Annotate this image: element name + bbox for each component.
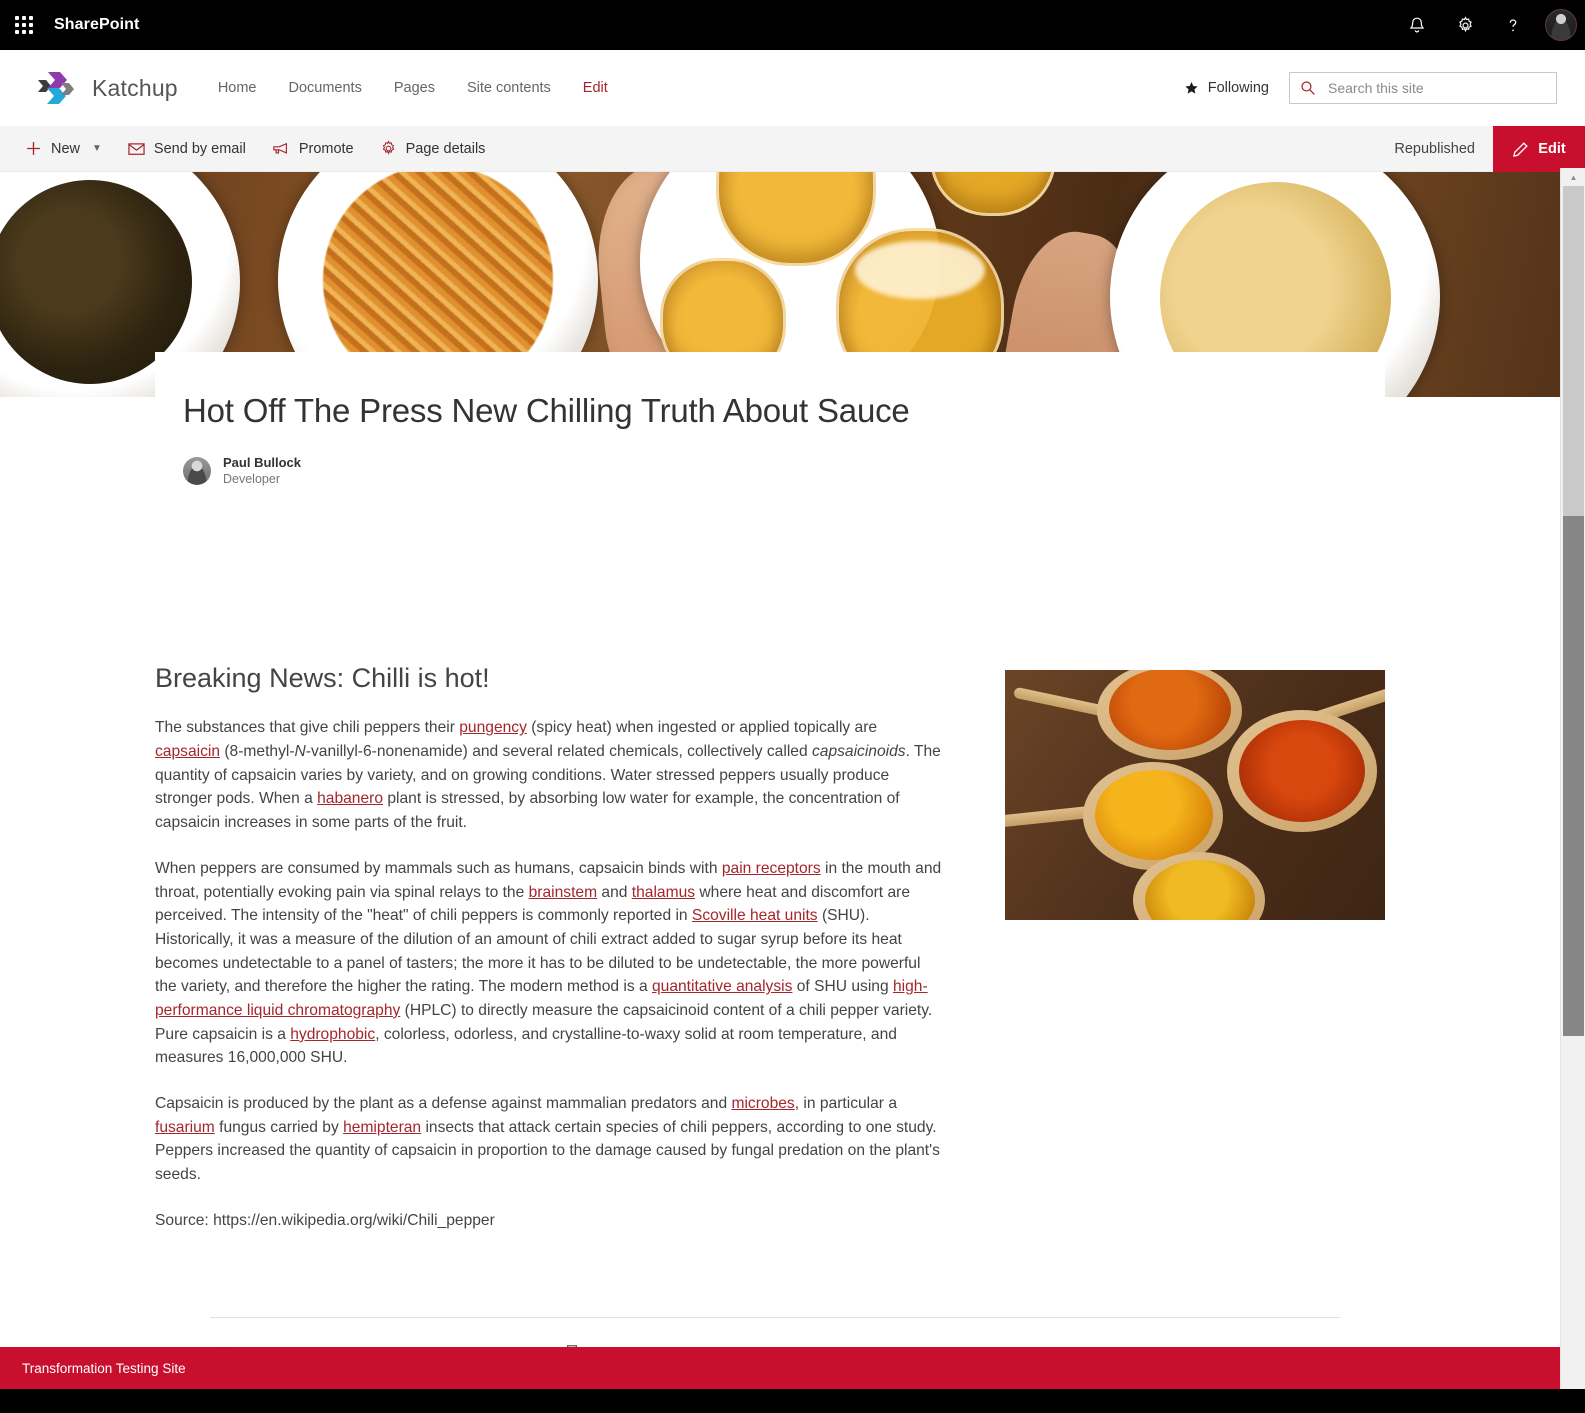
link-capsaicin[interactable]: capsaicin <box>155 743 220 760</box>
search-box[interactable] <box>1289 72 1557 104</box>
article-paragraph-1: The substances that give chili peppers t… <box>155 716 945 834</box>
link-pungency[interactable]: pungency <box>459 719 527 736</box>
app-launcher-button[interactable] <box>0 0 48 50</box>
site-navigation: Home Documents Pages Site contents Edit <box>218 80 608 96</box>
site-logo[interactable] <box>34 66 78 110</box>
p3-text-2: , in particular a <box>794 1095 897 1113</box>
nav-item-site-contents[interactable]: Site contents <box>467 80 551 96</box>
new-label: New <box>51 140 81 157</box>
link-hemipteran[interactable]: hemipteran <box>343 1119 421 1136</box>
send-by-email-button[interactable]: Send by email <box>115 126 259 172</box>
scrollbar-thumb[interactable] <box>1563 516 1584 1036</box>
pencil-icon <box>1513 141 1529 157</box>
plus-icon <box>27 142 40 155</box>
content-divider <box>210 1317 1340 1318</box>
article-source: Source: https://en.wikipedia.org/wiki/Ch… <box>155 1211 495 1229</box>
article-paragraph-2: When peppers are consumed by mammals suc… <box>155 857 945 1070</box>
page-canvas: Hot Off The Press New Chilling Truth Abo… <box>0 172 1560 1413</box>
link-pain-receptors[interactable]: pain receptors <box>722 860 821 877</box>
nav-item-pages[interactable]: Pages <box>394 80 435 96</box>
article-image <box>1005 670 1385 920</box>
page-details-button[interactable]: Page details <box>367 126 499 172</box>
promote-button[interactable]: Promote <box>259 126 367 172</box>
author-name: Paul Bullock <box>223 454 302 470</box>
article-text-column: Breaking News: Chilli is hot! The substa… <box>155 662 945 1232</box>
chevron-down-icon: ▼ <box>92 143 102 154</box>
nav-item-home[interactable]: Home <box>218 80 257 96</box>
settings-gear-icon[interactable] <box>1441 0 1489 50</box>
site-footer: Transformation Testing Site <box>0 1347 1560 1389</box>
p3-text-3: fungus carried by <box>214 1118 344 1136</box>
p1-text-2: (spicy heat) when ingested or applied to… <box>526 719 878 737</box>
following-button[interactable]: Following <box>1184 80 1269 96</box>
suite-bar-actions <box>1393 0 1585 50</box>
footer-text: Transformation Testing Site <box>22 1360 186 1376</box>
scrollbar-thumb-upper[interactable] <box>1563 186 1584 516</box>
mail-icon <box>128 142 145 155</box>
p1-text-3: (8-methyl- <box>220 743 295 761</box>
site-header-actions: Following <box>1184 50 1557 126</box>
edit-label: Edit <box>1538 141 1566 157</box>
command-bar: New ▼ Send by email Promote Page details… <box>0 126 1585 172</box>
scroll-up-button[interactable]: ▲ <box>1561 168 1585 186</box>
p2-text-6: of SHU using <box>792 978 893 996</box>
search-input[interactable] <box>1326 79 1546 97</box>
gear-icon <box>382 140 394 155</box>
send-by-email-label: Send by email <box>153 140 246 157</box>
command-bar-right: Republished Edit <box>1394 126 1585 172</box>
star-icon <box>1185 81 1198 94</box>
article-paragraph-3: Capsaicin is produced by the plant as a … <box>155 1092 945 1187</box>
link-microbes[interactable]: microbes <box>731 1095 794 1112</box>
link-scoville-heat-units[interactable]: Scoville heat units <box>692 907 818 924</box>
promote-label: Promote <box>298 140 354 157</box>
nav-item-edit[interactable]: Edit <box>583 80 608 96</box>
page-title-card: Hot Off The Press New Chilling Truth Abo… <box>155 352 1385 515</box>
new-button[interactable]: New ▼ <box>12 126 115 172</box>
byline-text: Paul Bullock Developer <box>223 454 301 488</box>
p1-italic-capsaicinoids: capsaicinoids <box>811 743 906 761</box>
article-heading: Breaking News: Chilli is hot! <box>155 663 490 693</box>
p1-italic-n: N <box>294 743 306 761</box>
author-role: Developer <box>223 472 280 487</box>
article-body: Breaking News: Chilli is hot! The substa… <box>0 662 1560 1232</box>
link-hydrophobic[interactable]: hydrophobic <box>290 1026 375 1043</box>
p2-text-3: and <box>597 883 632 901</box>
suite-bar: SharePoint <box>0 0 1585 50</box>
suite-title[interactable]: SharePoint <box>54 16 139 34</box>
link-brainstem[interactable]: brainstem <box>529 884 597 901</box>
site-name[interactable]: Katchup <box>92 75 178 102</box>
byline: Paul Bullock Developer <box>183 454 1357 488</box>
publish-status: Republished <box>1394 141 1475 157</box>
search-icon <box>1301 81 1315 95</box>
link-fusarium[interactable]: fusarium <box>155 1119 215 1136</box>
help-question-icon[interactable] <box>1489 0 1537 50</box>
megaphone-icon <box>273 142 287 154</box>
nav-item-documents[interactable]: Documents <box>289 80 362 96</box>
avatar <box>1545 9 1577 41</box>
p2-text-1: When peppers are consumed by mammals suc… <box>155 859 722 877</box>
following-label: Following <box>1207 80 1269 96</box>
waffle-icon <box>15 16 33 34</box>
link-thalamus[interactable]: thalamus <box>632 884 695 901</box>
user-avatar-button[interactable] <box>1537 0 1585 50</box>
edit-page-button[interactable]: Edit <box>1493 126 1585 172</box>
page-title: Hot Off The Press New Chilling Truth Abo… <box>183 392 910 429</box>
site-header: Katchup Home Documents Pages Site conten… <box>0 50 1585 126</box>
page-details-label: Page details <box>405 140 486 157</box>
author-avatar <box>183 457 211 486</box>
link-quantitative-analysis[interactable]: quantitative analysis <box>652 978 792 995</box>
p3-text-1: Capsaicin is produced by the plant as a … <box>155 1095 732 1113</box>
p1-text-1: The substances that give chili peppers t… <box>155 719 460 737</box>
p1-text-4: -vanillyl-6-nonenamide) and several rela… <box>305 743 812 761</box>
vertical-scrollbar[interactable]: ▲ <box>1560 168 1585 1389</box>
bottom-black-strip <box>0 1389 1585 1413</box>
link-habanero[interactable]: habanero <box>317 790 383 807</box>
notifications-bell-icon[interactable] <box>1393 0 1441 50</box>
